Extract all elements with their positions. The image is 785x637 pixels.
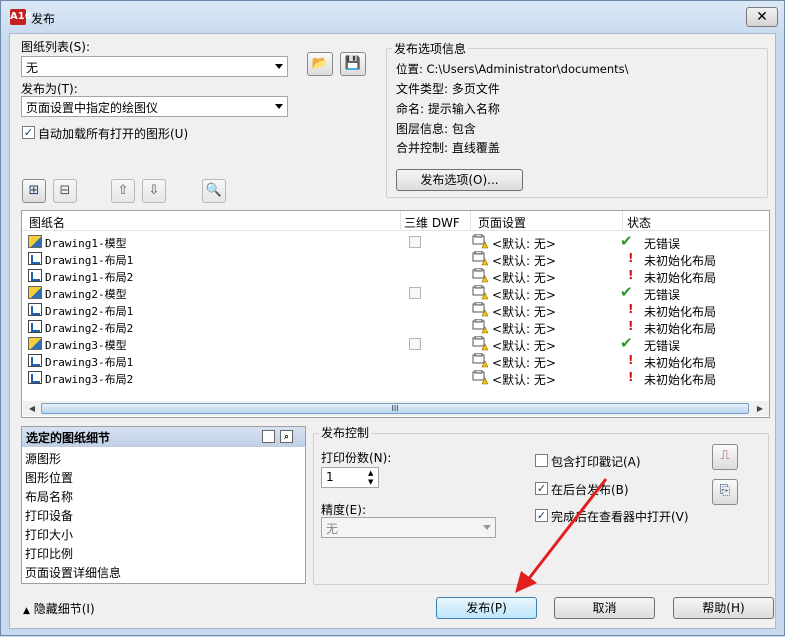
annotation-arrow-line (525, 478, 608, 582)
annotation-arrow (515, 478, 608, 593)
publish-dialog: A16 发布 ✕ 图纸列表(S): 无 📂 💾 发布为(T): 页面设置中指定的… (0, 0, 785, 636)
